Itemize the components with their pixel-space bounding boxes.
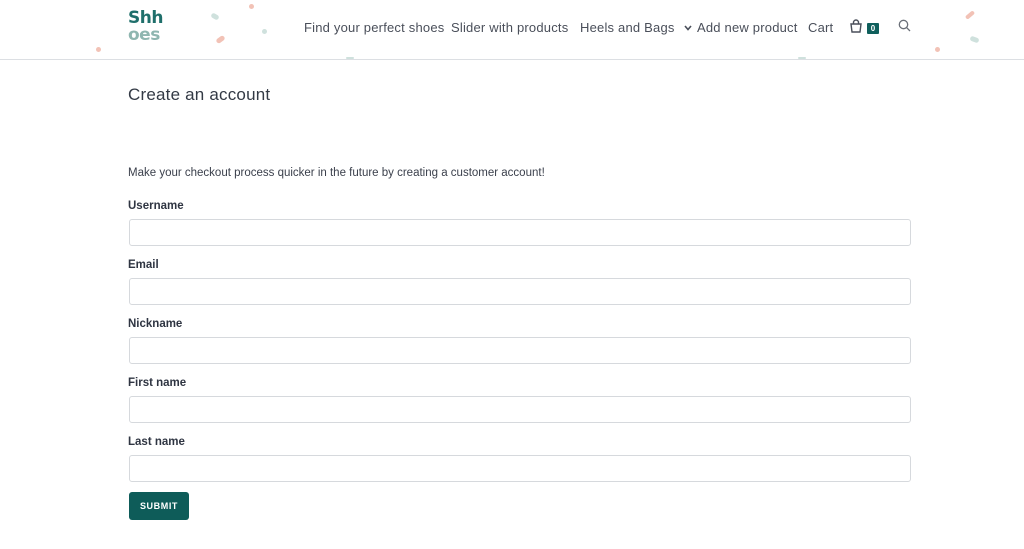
- nickname-field[interactable]: [129, 337, 911, 364]
- submit-button[interactable]: SUBMIT: [129, 492, 189, 520]
- nav-item-heels-bags[interactable]: Heels and Bags: [580, 20, 693, 35]
- username-field[interactable]: [129, 219, 911, 246]
- site-logo[interactable]: Shh oes: [128, 9, 164, 49]
- email-label: Email: [128, 259, 159, 271]
- confetti-decoration: [96, 47, 101, 52]
- confetti-decoration: [210, 12, 220, 21]
- cart-count-badge: 0: [867, 23, 879, 34]
- nickname-label: Nickname: [128, 318, 183, 330]
- nav-item-add-product[interactable]: Add new product: [697, 20, 798, 35]
- search-icon[interactable]: [898, 19, 912, 33]
- logo-text-bottom: oes: [128, 25, 160, 45]
- site-header: Shh oes Find your perfect shoes Slider w…: [0, 0, 1024, 60]
- confetti-decoration: [249, 4, 254, 9]
- nav-item-heels-bags-label: Heels and Bags: [580, 20, 675, 35]
- last-name-label: Last name: [128, 436, 185, 448]
- confetti-decoration: [215, 34, 226, 45]
- email-field[interactable]: [129, 278, 911, 305]
- confetti-decoration: [346, 57, 354, 59]
- confetti-decoration: [969, 35, 980, 44]
- shopping-bag-icon[interactable]: [849, 19, 865, 35]
- nav-item-find-shoes[interactable]: Find your perfect shoes: [304, 20, 444, 35]
- confetti-decoration: [935, 47, 940, 52]
- nav-item-slider[interactable]: Slider with products: [451, 20, 568, 35]
- confetti-decoration: [798, 57, 806, 59]
- intro-text: Make your checkout process quicker in th…: [128, 167, 545, 179]
- first-name-label: First name: [128, 377, 187, 389]
- chevron-down-icon: [684, 23, 693, 34]
- last-name-field[interactable]: [129, 455, 911, 482]
- nav-item-cart[interactable]: Cart: [808, 20, 833, 35]
- first-name-field[interactable]: [129, 396, 911, 423]
- confetti-decoration: [964, 10, 976, 20]
- username-label: Username: [128, 200, 184, 212]
- page-title: Create an account: [128, 85, 271, 104]
- confetti-decoration: [262, 29, 267, 34]
